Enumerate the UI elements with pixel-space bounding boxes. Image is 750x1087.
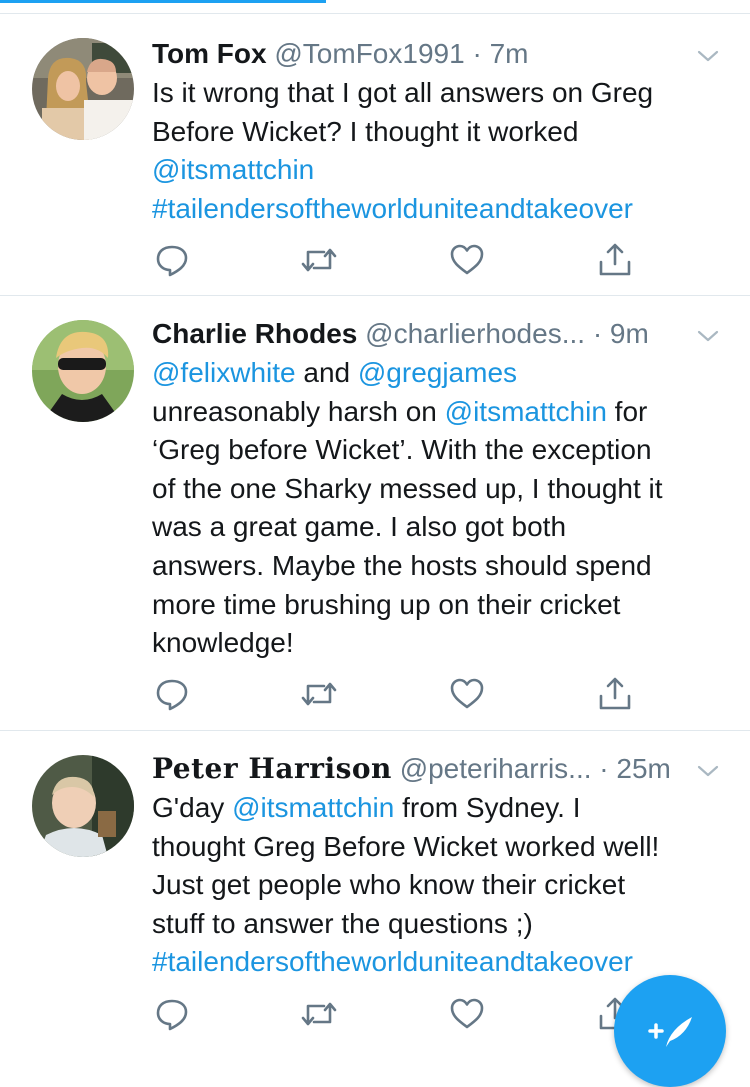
user-handle[interactable]: @charlierhodes...	[365, 318, 585, 349]
compose-tweet-button[interactable]	[614, 975, 726, 1087]
compose-tweet-icon	[648, 1017, 692, 1047]
tweet-header: Charlie Rhodes @charlierhodes... · 9m	[152, 314, 726, 354]
user-handle[interactable]: @TomFox1991	[274, 38, 464, 69]
avatar[interactable]	[32, 38, 134, 140]
mention-link[interactable]: @itsmattchin	[152, 154, 314, 185]
text-segment: ‘Greg before Wicket’. With the exception	[152, 434, 652, 466]
text-segment: thought Greg Before Wicket worked well!	[152, 830, 660, 862]
tweet-actions	[152, 994, 642, 1034]
hashtag-link[interactable]: #tailendersoftheworlduniteandtakeover	[152, 946, 633, 977]
text-segment: unreasonably harsh on	[152, 395, 445, 427]
tweet-text: Is it wrong that I got all answers on Gr…	[152, 74, 726, 228]
separator: ·	[472, 38, 482, 69]
tweet-actions	[152, 240, 642, 280]
tweet-text-line: more time brushing up on their cricket	[152, 586, 726, 625]
tweet-text-line: #tailendersoftheworlduniteandtakeover	[152, 943, 726, 982]
tweet-text-line: @itsmattchin	[152, 151, 726, 190]
timestamp[interactable]: 25m	[616, 753, 670, 784]
chevron-down-icon[interactable]	[696, 44, 720, 68]
like-button[interactable]	[447, 674, 487, 714]
tweet-text-line: Before Wicket? I thought it worked	[152, 113, 726, 152]
tweet-text-line: was a great game. I also got both	[152, 508, 726, 547]
tweet-actions	[152, 674, 642, 714]
mention-link[interactable]: @gregjames	[358, 357, 517, 388]
tweet-content: Peter Harrison @peteriharris... · 25m G'…	[152, 749, 726, 982]
like-button[interactable]	[447, 994, 487, 1034]
text-segment: knowledge!	[152, 627, 294, 659]
mention-link[interactable]: @felixwhite	[152, 357, 296, 388]
tweet-text: @felixwhite and @gregjames unreasonably h…	[152, 354, 726, 663]
retweet-icon	[301, 682, 337, 706]
avatar[interactable]	[32, 755, 134, 857]
tweet-content: Tom Fox @TomFox1991 · 7m Is it wrong tha…	[152, 34, 726, 228]
tweet-header: Tom Fox @TomFox1991 · 7m	[152, 34, 726, 74]
tweet-text-line: stuff to answer the questions ;)	[152, 905, 726, 944]
timestamp[interactable]: 7m	[490, 38, 529, 69]
chevron-down-icon[interactable]	[696, 759, 720, 783]
top-tab-bar	[0, 0, 750, 14]
text-segment: for	[606, 395, 648, 427]
tweet-text-line: #tailendersoftheworlduniteandtakeover	[152, 190, 726, 229]
tweet-text-line: knowledge!	[152, 624, 726, 663]
share-button[interactable]	[595, 240, 635, 280]
heart-icon	[450, 998, 484, 1029]
tweet-text-line: ‘Greg before Wicket’. With the exception	[152, 431, 726, 470]
separator: ·	[592, 318, 603, 349]
text-segment: stuff to answer the questions ;)	[152, 907, 533, 939]
display-name[interactable]: Peter Harrison	[152, 752, 392, 785]
tweet-text: G'day @itsmattchin from Sydney. Ithought…	[152, 789, 726, 982]
text-segment: G'day	[152, 792, 233, 823]
text-segment: Just get people who know their cricket	[152, 869, 626, 901]
display-name[interactable]: Tom Fox	[152, 38, 267, 69]
retweet-icon	[301, 248, 337, 272]
heart-icon	[450, 678, 484, 709]
tweet-text-line: thought Greg Before Wicket worked well!	[152, 828, 726, 867]
tweet-header: Peter Harrison @peteriharris... · 25m	[152, 749, 726, 789]
share-icon	[599, 677, 631, 710]
retweet-button[interactable]	[299, 674, 339, 714]
tweet-text-line: G'day @itsmattchin from Sydney. I	[152, 789, 726, 828]
user-handle[interactable]: @peteriharris...	[400, 753, 592, 784]
avatar[interactable]	[32, 320, 134, 422]
mention-link[interactable]: @itsmattchin	[232, 792, 394, 823]
tweet-text-line: Just get people who know their cricket	[152, 866, 726, 905]
active-tab-indicator	[0, 0, 326, 3]
reply-button[interactable]	[152, 994, 192, 1034]
like-button[interactable]	[447, 240, 487, 280]
reply-icon	[156, 245, 188, 277]
mention-link[interactable]: @itsmattchin	[445, 396, 607, 427]
tweet-text-line: unreasonably harsh on @itsmattchin for	[152, 393, 726, 432]
text-segment: from Sydney. I	[394, 792, 581, 823]
reply-icon	[156, 679, 188, 711]
text-segment: more time brushing up on their cricket	[152, 588, 621, 620]
tweet-text-line: @felixwhite and @gregjames	[152, 354, 726, 393]
text-segment: and	[295, 357, 358, 388]
timestamp[interactable]: 9m	[610, 318, 649, 349]
tweet[interactable]: Tom Fox @TomFox1991 · 7m Is it wrong tha…	[0, 14, 750, 296]
text-segment: answers. Maybe the hosts should spend	[152, 549, 652, 581]
text-segment: of the one Sharky messed up, I thought i…	[152, 472, 663, 504]
heart-icon	[450, 244, 484, 275]
tweet-content: Charlie Rhodes @charlierhodes... · 9m @f…	[152, 314, 726, 663]
display-name[interactable]: Charlie Rhodes	[152, 318, 357, 349]
text-segment: Before Wicket? I thought it worked	[152, 115, 579, 147]
retweet-button[interactable]	[299, 240, 339, 280]
tweet-text-line: of the one Sharky messed up, I thought i…	[152, 470, 726, 509]
share-icon	[599, 243, 631, 276]
reply-button[interactable]	[152, 240, 192, 280]
share-button[interactable]	[595, 674, 635, 714]
separator: ·	[599, 753, 609, 784]
reply-icon	[156, 999, 188, 1031]
retweet-button[interactable]	[299, 994, 339, 1034]
hashtag-link[interactable]: #tailendersoftheworlduniteandtakeover	[152, 193, 633, 224]
tweet-text-line: answers. Maybe the hosts should spend	[152, 547, 726, 586]
tweet-text-line: Is it wrong that I got all answers on Gr…	[152, 74, 726, 113]
text-segment: was a great game. I also got both	[152, 511, 567, 543]
tweet[interactable]: Charlie Rhodes @charlierhodes... · 9m @f…	[0, 296, 750, 731]
retweet-icon	[301, 1002, 337, 1026]
text-segment: Is it wrong that I got all answers on Gr…	[152, 77, 654, 108]
reply-button[interactable]	[152, 674, 192, 714]
chevron-down-icon[interactable]	[696, 324, 720, 348]
